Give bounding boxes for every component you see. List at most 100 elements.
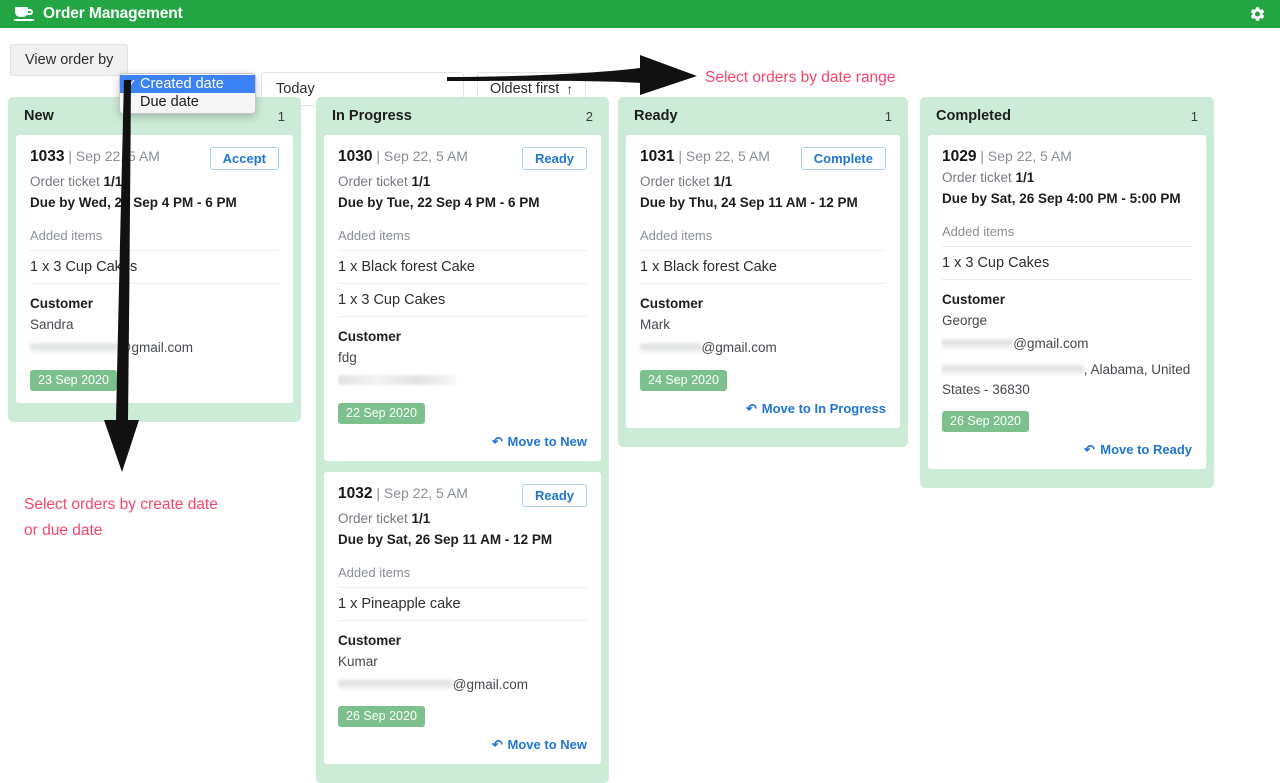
column-count: 1 <box>884 108 892 124</box>
status-badge: 22 Sep 2020 <box>338 402 425 424</box>
email-domain: @gmail.com <box>117 340 193 355</box>
order-number: 1032 <box>338 484 373 502</box>
item-row: 1 x Pineapple cake <box>338 588 587 621</box>
column-count: 1 <box>1190 108 1198 124</box>
move-to-new-link[interactable]: ↷ Move to New <box>492 737 587 752</box>
redacted-email-prefix: xxxxxxxxxx <box>942 334 1014 354</box>
dropdown-option-label: Due date <box>140 93 199 110</box>
added-items-label: Added items <box>338 564 411 580</box>
customer-name: Sandra <box>30 317 74 332</box>
ticket-value: 1/1 <box>411 174 431 189</box>
items-list: 1 x 3 Cup Cakes <box>30 250 279 284</box>
due-by: Due by Sat, 26 Sep 11 AM - 12 PM <box>338 531 553 547</box>
customer-label: Customer <box>640 296 704 311</box>
redacted-email-prefix: xxxxxxxx <box>640 338 702 358</box>
column-in-progress: In Progress 2 1030 | Sep 22, 5 AM Ready … <box>316 97 609 783</box>
customer-email: xxxxxxxxxx@gmail.com <box>942 334 1192 354</box>
added-items-label: Added items <box>640 228 713 243</box>
move-link-label: Move to In Progress <box>761 400 886 416</box>
move-to-new-link[interactable]: ↷ Move to New <box>492 434 587 449</box>
column-title: Completed <box>936 108 1011 124</box>
due-by: Due by Thu, 24 Sep 11 AM - 12 PM <box>640 195 858 210</box>
order-card[interactable]: 1033 | Sep 22, 5 AM Accept Order ticket … <box>16 135 293 403</box>
status-badge: 23 Sep 2020 <box>30 369 117 391</box>
order-card[interactable]: 1029 | Sep 22, 5 AM Order ticket 1/1 Due… <box>928 135 1206 470</box>
order-board: New 1 1033 | Sep 22, 5 AM Accept Order t… <box>0 90 1280 783</box>
item-row: 1 x Black forest Cake <box>640 251 886 284</box>
email-domain: @gmail.com <box>701 340 777 355</box>
items-list: 1 x 3 Cup Cakes <box>942 246 1192 281</box>
ticket-value: 1/1 <box>411 510 431 526</box>
column-title: New <box>24 108 54 124</box>
annotation-create-or-due-date: Select orders by create date or due date <box>24 496 218 539</box>
order-created-at: | Sep 22, 5 AM <box>980 148 1072 164</box>
items-list: 1 x Black forest Cake 1 x 3 Cup Cakes <box>338 250 587 317</box>
ticket-value: 1/1 <box>1015 170 1035 186</box>
dropdown-option-created-date[interactable]: ✓ Created date <box>120 75 255 93</box>
items-list: 1 x Black forest Cake <box>640 250 886 284</box>
complete-button[interactable]: Complete <box>800 147 886 170</box>
check-icon: ✓ <box>126 76 137 91</box>
column-header: Completed 1 <box>928 97 1206 135</box>
order-number: 1029 <box>942 148 977 165</box>
redacted-email-prefix: xxxxxxxxxxxxxxxxx <box>338 674 453 695</box>
column-header: In Progress 2 <box>324 97 601 135</box>
coffee-cup-icon <box>14 6 36 23</box>
email-domain: @gmail.com <box>452 676 528 692</box>
column-ready: Ready 1 1031 | Sep 22, 5 AM Complete Ord… <box>618 97 908 447</box>
move-to-ready-link[interactable]: ↷ Move to Ready <box>1084 442 1192 457</box>
customer-label: Customer <box>338 329 402 344</box>
gear-icon[interactable] <box>1249 6 1266 23</box>
move-link-label: Move to New <box>507 737 587 753</box>
ticket-label: Order ticket <box>942 170 1012 186</box>
ticket-label: Order ticket <box>338 174 408 189</box>
customer-name: George <box>942 313 988 329</box>
undo-icon: ↷ <box>491 737 503 753</box>
customer-email: xxxxxxxxxxxxx@gmail.com <box>30 338 279 358</box>
order-card[interactable]: 1030 | Sep 22, 5 AM Ready Order ticket 1… <box>324 135 601 461</box>
order-number: 1030 <box>338 148 373 165</box>
ready-button[interactable]: Ready <box>521 147 587 170</box>
undo-icon: ↷ <box>491 433 503 449</box>
redacted-email <box>338 375 456 385</box>
email-domain: @gmail.com <box>1013 336 1089 352</box>
status-badge: 26 Sep 2020 <box>338 706 425 728</box>
customer-email: xxxxxxxx @gmail.com <box>640 338 886 358</box>
added-items-label: Added items <box>942 224 1015 240</box>
added-items-label: Added items <box>338 228 411 243</box>
redacted-address-prefix: xxxxxxxxxxxxxxxxxxxxx <box>942 359 1084 380</box>
due-by: Due by Sat, 26 Sep 4:00 PM - 5:00 PM <box>942 191 1181 207</box>
ticket-value: 1/1 <box>713 174 733 189</box>
move-link-label: Move to New <box>507 433 587 449</box>
customer-label: Customer <box>942 292 1006 308</box>
item-row: 1 x 3 Cup Cakes <box>942 247 1192 281</box>
dropdown-option-due-date[interactable]: Due date <box>120 93 255 111</box>
view-order-by-select[interactable]: View order by <box>10 44 129 76</box>
view-order-by-label: View order by <box>25 52 114 68</box>
item-row: 1 x 3 Cup Cakes <box>30 251 279 284</box>
dropdown-option-label: Created date <box>140 75 224 92</box>
due-by: Due by Wed, 23 Sep 4 PM - 6 PM <box>30 195 237 210</box>
move-to-in-progress-link[interactable]: ↷ Move to In Progress <box>746 401 886 416</box>
view-order-by-dropdown[interactable]: ✓ Created date Due date <box>119 73 256 114</box>
order-created-at: | Sep 22, 5 AM <box>68 148 160 164</box>
move-link-label: Move to Ready <box>1100 442 1192 458</box>
redacted-email-prefix: xxxxxxxxxxxxx <box>30 338 118 358</box>
customer-email <box>338 371 587 391</box>
ready-button[interactable]: Ready <box>521 483 587 507</box>
column-completed: Completed 1 1029 | Sep 22, 5 AM Order ti… <box>920 97 1214 489</box>
filter-toolbar: View order by Today Oldest first ↑ ✓ Cre… <box>0 28 1280 114</box>
order-card[interactable]: 1031 | Sep 22, 5 AM Complete Order ticke… <box>626 135 900 428</box>
item-row: 1 x 3 Cup Cakes <box>338 284 587 317</box>
due-by: Due by Tue, 22 Sep 4 PM - 6 PM <box>338 195 540 210</box>
accept-button[interactable]: Accept <box>209 147 279 170</box>
column-header: Ready 1 <box>626 97 900 135</box>
items-list: 1 x Pineapple cake <box>338 586 587 621</box>
added-items-label: Added items <box>30 228 103 243</box>
app-logo: Order Management <box>14 5 183 23</box>
order-card[interactable]: 1032 | Sep 22, 5 AM Ready Order ticket 1… <box>324 471 601 765</box>
app-header: Order Management <box>0 0 1280 28</box>
undo-icon: ↷ <box>1084 442 1096 458</box>
column-count: 2 <box>585 108 593 124</box>
ticket-value: 1/1 <box>103 174 123 189</box>
